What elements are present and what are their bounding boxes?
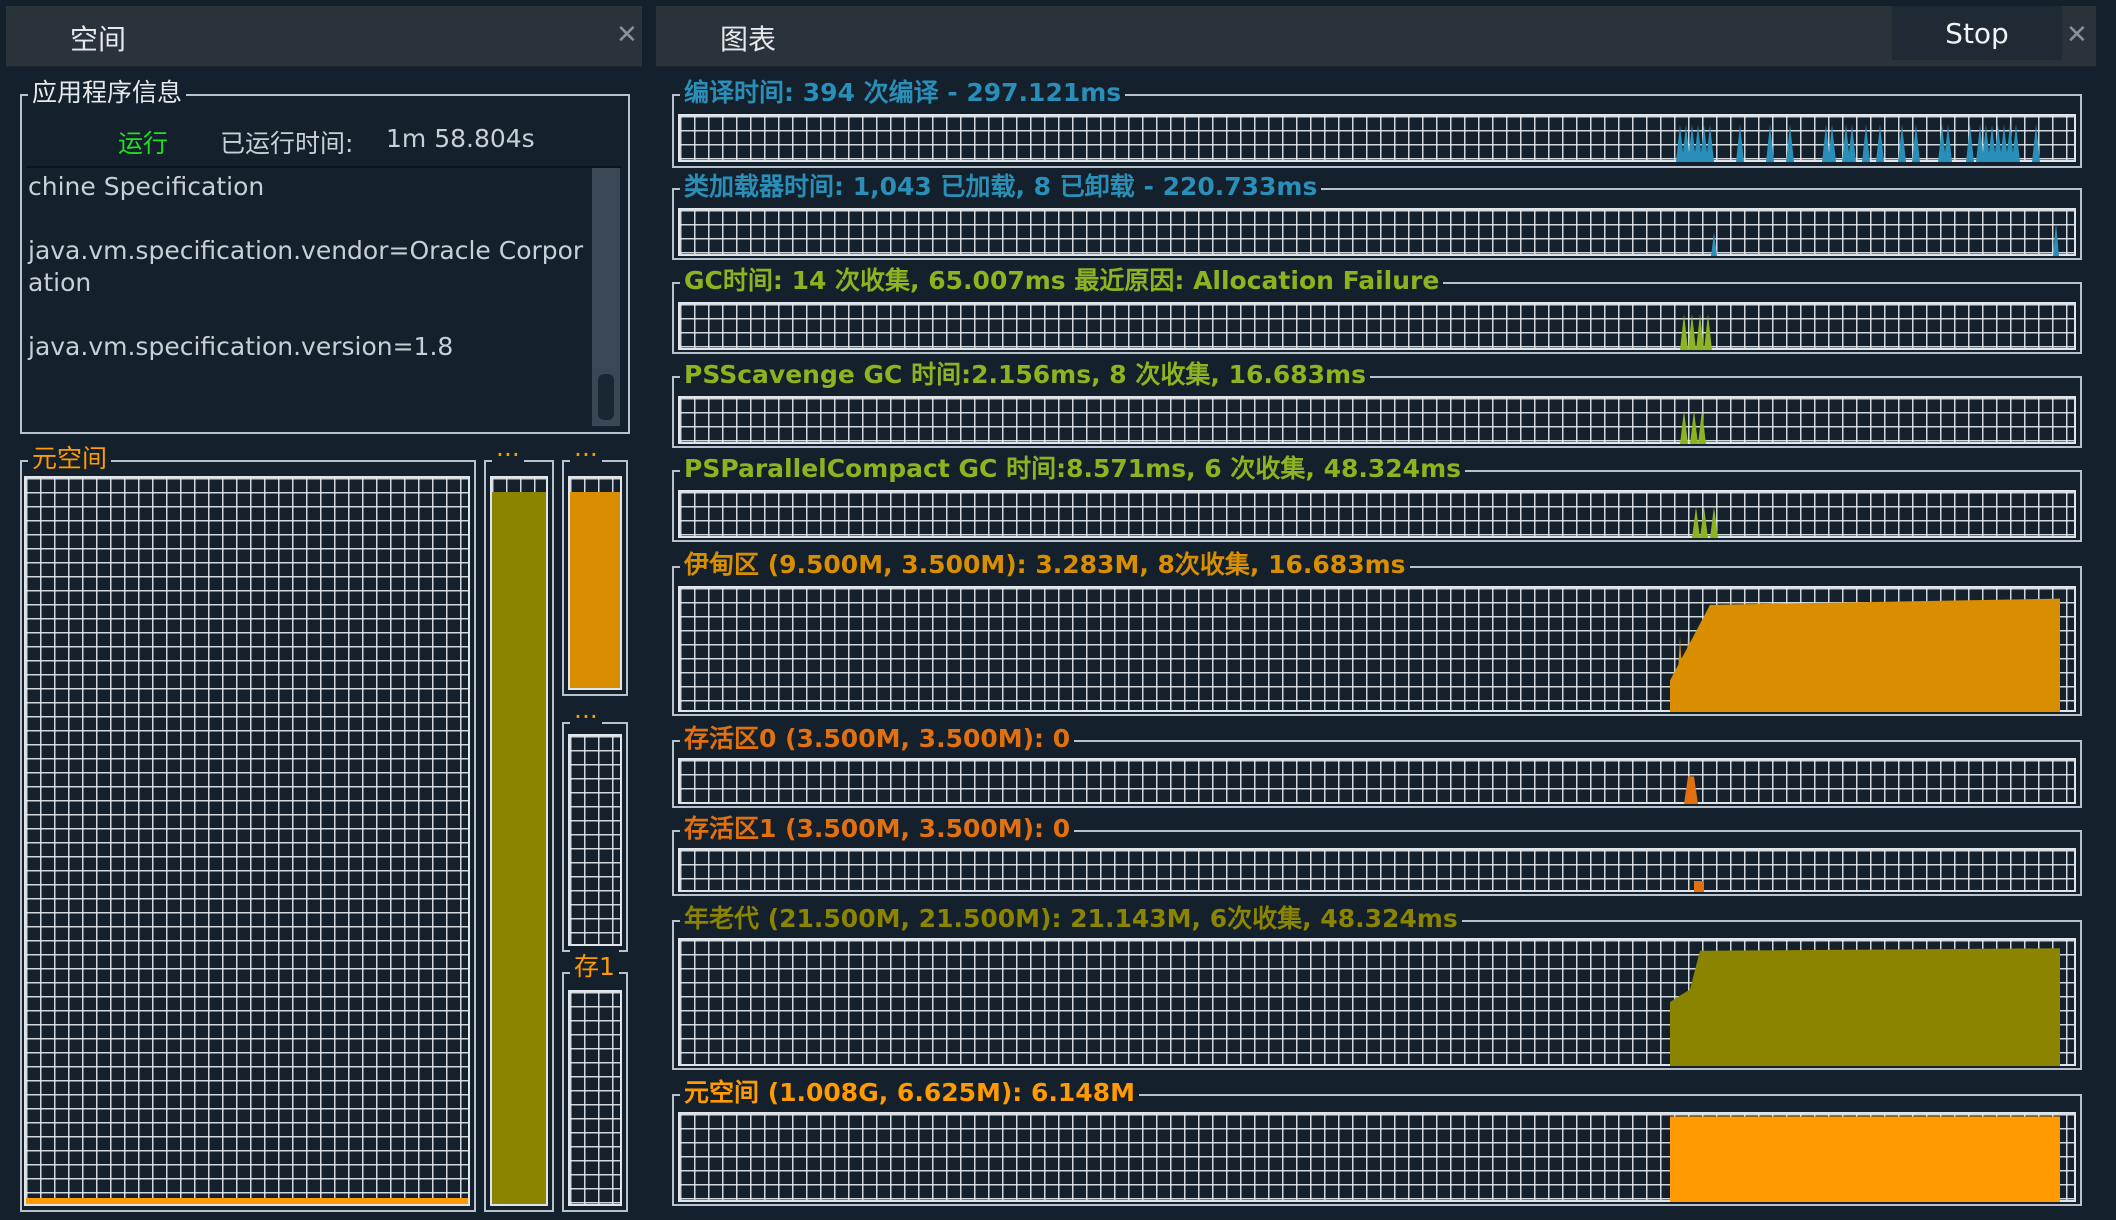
chart-title-survivor0: 存活区0 (3.500M, 3.500M): 0 xyxy=(680,722,1075,756)
psscavenge-spike xyxy=(1690,410,1698,444)
survivor1-area xyxy=(1694,881,1704,892)
chart-plot-classloader xyxy=(1711,222,2059,256)
chart-plot-psparallel xyxy=(1692,506,1718,538)
left-panel-header: 空间 ✕ xyxy=(6,6,642,68)
tab-space[interactable]: 空间 xyxy=(70,18,126,58)
chart-title-psparallel: PSParallelCompact GC 时间:8.571ms, 6 次收集, … xyxy=(680,452,1466,486)
properties-textarea[interactable] xyxy=(26,166,622,430)
chart-plot-compile xyxy=(1676,124,2040,162)
compile-spike xyxy=(1898,124,1906,162)
tab-charts[interactable]: 图表 xyxy=(720,18,776,58)
metaspace-title: 元空间 xyxy=(28,442,112,476)
close-icon[interactable]: ✕ xyxy=(2066,20,2088,50)
compile-spike xyxy=(1786,124,1794,162)
psscavenge-spike xyxy=(1698,410,1706,444)
chart-title-metaspace: 元空间 (1.008G, 6.625M): 6.148M xyxy=(680,1076,1139,1110)
compile-spike xyxy=(2032,124,2040,162)
psparallel-spike xyxy=(1710,506,1718,538)
compile-spike xyxy=(1912,124,1920,162)
chart-title-compile: 编译时间: 394 次编译 - 297.121ms xyxy=(680,76,1126,110)
survivor1-space-grid xyxy=(568,990,622,1206)
psparallel-spike xyxy=(1692,506,1700,538)
compile-spike xyxy=(2012,124,2020,162)
chart-title-oldgen: 年老代 (21.500M, 21.500M): 21.143M, 6次收集, 4… xyxy=(680,902,1462,936)
status-badge: 运行 xyxy=(118,129,169,158)
psparallel-spike xyxy=(1700,506,1708,538)
metaspace-fill xyxy=(26,1198,468,1204)
gc-spike xyxy=(1680,314,1688,350)
metaspace-area xyxy=(1670,1116,2060,1202)
close-icon[interactable]: ✕ xyxy=(616,20,638,50)
compile-spike xyxy=(1736,124,1744,162)
oldgen-space-fill xyxy=(492,492,546,1204)
uptime-label: 已运行时间: xyxy=(220,129,354,158)
gc-spike xyxy=(1688,314,1696,350)
eden-space-fill xyxy=(570,492,620,688)
chart-title-psscavenge: PSScavenge GC 时间:2.156ms, 8 次收集, 16.683m… xyxy=(680,358,1370,392)
compile-spike xyxy=(1828,124,1836,162)
gc-spike xyxy=(1696,314,1704,350)
psscavenge-spike xyxy=(1680,410,1688,444)
chart-plot-oldgen xyxy=(1670,948,2060,1066)
gc-spike xyxy=(1704,314,1712,350)
compile-spike xyxy=(1966,124,1974,162)
uptime-value: 1m 58.804s xyxy=(386,124,535,153)
chart-title-eden: 伊甸区 (9.500M, 3.500M): 3.283M, 8次收集, 16.6… xyxy=(680,548,1410,582)
chart-title-gc: GC时间: 14 次收集, 65.007ms 最近原因: Allocation … xyxy=(680,264,1444,298)
classload-spike xyxy=(1711,232,1717,256)
property-line: java.vm.specification.vendor=Oracle Corp… xyxy=(28,236,584,265)
survivor0-space-title: ··· xyxy=(570,700,602,734)
survivor0-area xyxy=(1684,776,1698,804)
scrollbar-thumb[interactable] xyxy=(598,374,614,420)
survivor1-space-title: 存1 xyxy=(570,950,619,984)
chart-plot-survivor1 xyxy=(1694,881,1704,892)
metaspace-grid xyxy=(24,476,470,1206)
oldgen-space-title: ··· xyxy=(492,438,524,472)
compile-spike xyxy=(1876,124,1884,162)
chart-title-classloader: 类加载器时间: 1,043 已加载, 8 已卸载 - 220.733ms xyxy=(680,170,1322,204)
property-line: java.vm.specification.version=1.8 xyxy=(28,332,454,361)
eden-area xyxy=(1670,598,2060,712)
classload-spike xyxy=(2053,222,2059,256)
compile-spike xyxy=(1706,124,1714,162)
survivor0-space-grid xyxy=(568,734,622,946)
right-panel-header: 图表 xyxy=(656,6,2096,68)
property-line: ation xyxy=(28,268,92,297)
chart-plot-gc xyxy=(1680,314,1712,350)
chart-plot-survivor0 xyxy=(1684,776,1698,804)
chart-title-survivor1: 存活区1 (3.500M, 3.500M): 0 xyxy=(680,812,1075,846)
oldgen-area xyxy=(1670,948,2060,1066)
compile-spike xyxy=(1766,124,1774,162)
chart-plot-psscavenge xyxy=(1680,410,1706,444)
property-line: chine Specification xyxy=(28,172,265,201)
eden-space-title: ··· xyxy=(570,438,602,472)
compile-spike xyxy=(1862,124,1870,162)
chart-plot-metaspace xyxy=(1670,1116,2060,1202)
compile-spike xyxy=(1944,124,1952,162)
app-info-title: 应用程序信息 xyxy=(28,76,187,110)
compile-spike xyxy=(1848,124,1856,162)
chart-plot-eden xyxy=(1670,598,2060,712)
stop-button[interactable]: Stop xyxy=(1892,6,2062,60)
